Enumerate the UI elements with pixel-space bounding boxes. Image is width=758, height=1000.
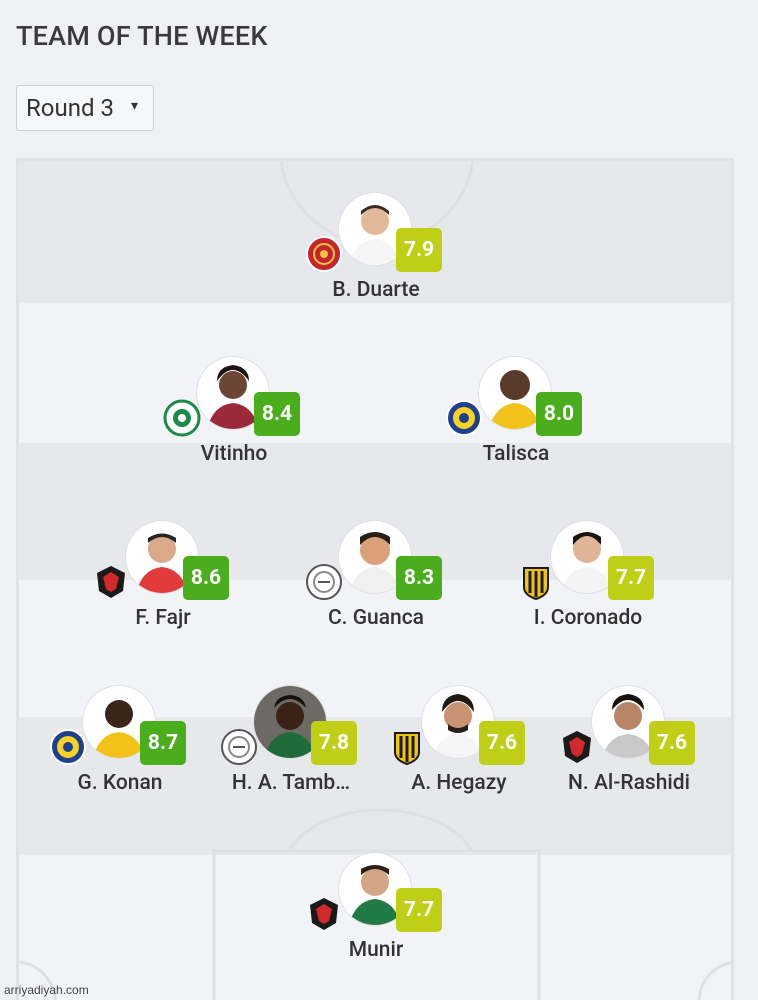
player-rating: 7.6	[479, 721, 525, 765]
player-rating: 7.6	[649, 721, 695, 765]
round-dropdown-value: Round 3	[26, 94, 114, 122]
green-white-club-crest-icon	[163, 399, 201, 437]
player-card[interactable]: 7.9 B. Duarte	[276, 193, 476, 313]
player-card[interactable]: 7.7 Munir	[276, 853, 476, 973]
yellow-black-striped-crest-icon	[388, 728, 426, 766]
player-rating: 8.3	[396, 556, 442, 600]
penalty-arc	[288, 808, 473, 851]
player-rating: 8.7	[140, 721, 186, 765]
page-title: TEAM OF THE WEEK	[16, 20, 268, 52]
corner-arc-right	[697, 961, 731, 1000]
player-rating: 7.8	[311, 721, 357, 765]
yellow-black-striped-crest-icon	[517, 563, 555, 601]
chevron-down-icon: ▾	[131, 98, 139, 114]
player-name: I. Coronado	[533, 606, 643, 630]
player-rating: 7.7	[396, 888, 442, 932]
player-name: Vitinho	[200, 442, 268, 466]
blue-yellow-club-crest-icon	[445, 399, 483, 437]
player-card[interactable]: 8.3 C. Guanca	[276, 521, 476, 641]
round-dropdown[interactable]: Round 3 ▾	[16, 85, 154, 131]
player-name: N. Al-Rashidi	[568, 771, 690, 795]
player-name: B. Duarte	[332, 278, 420, 302]
red-black-eagle-crest-icon	[92, 563, 130, 601]
red-black-eagle-crest-icon	[558, 728, 596, 766]
player-rating: 7.9	[396, 228, 442, 272]
player-card[interactable]: 8.7 G. Konan	[20, 686, 220, 806]
watermark: arriyadiyah.com	[4, 983, 89, 997]
player-name: F. Fajr	[135, 606, 191, 630]
player-rating: 8.0	[536, 392, 582, 436]
red-round-club-crest-icon	[305, 235, 343, 273]
player-card[interactable]: 8.4 Vitinho	[134, 357, 334, 477]
player-rating: 8.4	[254, 392, 300, 436]
player-name: G. Konan	[77, 771, 163, 795]
player-card[interactable]: 7.6 N. Al-Rashidi	[529, 686, 729, 806]
player-rating: 7.7	[608, 556, 654, 600]
player-rating: 8.6	[183, 556, 229, 600]
blue-yellow-club-crest-icon	[49, 728, 87, 766]
white-grey-club-crest-icon	[220, 728, 258, 766]
player-name: C. Guanca	[327, 606, 425, 630]
red-black-eagle-crest-icon	[305, 895, 343, 933]
player-card[interactable]: 7.7 I. Coronado	[488, 521, 688, 641]
player-name: Talisca	[482, 442, 550, 466]
player-name: Munir	[348, 938, 404, 962]
player-card[interactable]: 8.0 Talisca	[416, 357, 616, 477]
white-grey-club-crest-icon	[305, 563, 343, 601]
player-card[interactable]: 8.6 F. Fajr	[63, 521, 263, 641]
